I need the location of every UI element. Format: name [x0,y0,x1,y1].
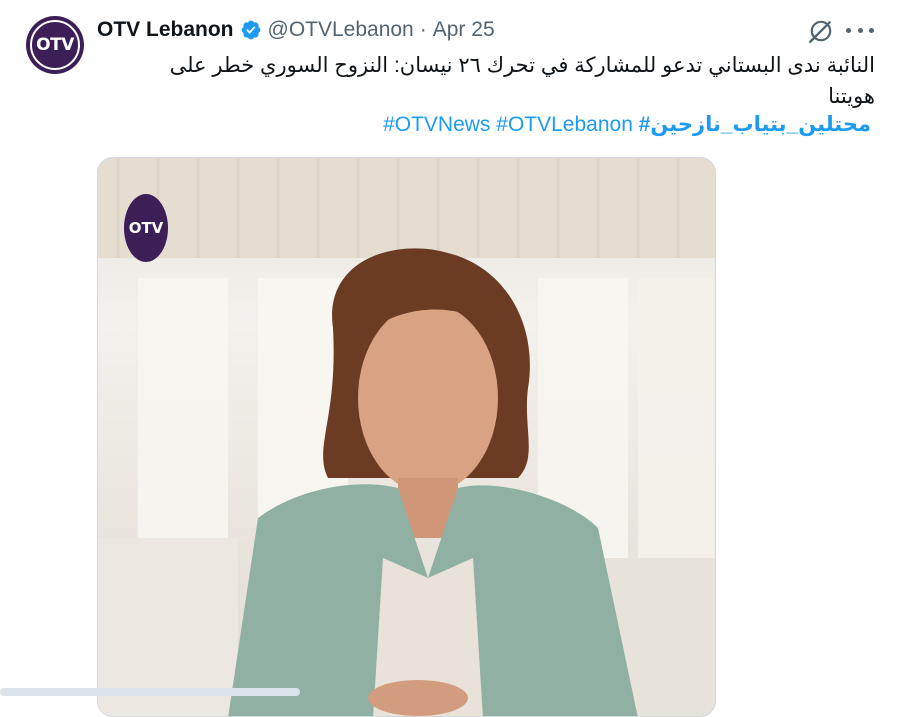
hashtag-otvnews[interactable]: #OTVNews [383,113,490,136]
video-frame [98,158,715,716]
account-name[interactable]: OTV Lebanon [97,18,234,42]
tweet-text: النائبة ندى البستاني تدعو للمشاركة في تح… [169,54,875,108]
tweet-date[interactable]: Apr 25 [433,18,495,42]
video-media[interactable]: OTV [97,157,716,717]
avatar[interactable]: OTV [26,16,84,74]
hashtag-arabic[interactable]: #محتلين_بتياب_نازحين [639,113,871,136]
grok-icon[interactable] [808,18,834,44]
tweet: OTV OTV Lebanon @OTVLebanon · Apr 25 الن… [0,0,903,717]
verified-badge-icon [241,20,260,40]
more-options-icon[interactable] [846,20,874,40]
otv-logo: OTV [30,20,80,70]
hashtags: #OTVNews #OTVLebanon #محتلين_بتياب_نازحي… [383,109,871,140]
separator-dot: · [419,18,427,41]
video-watermark-logo: OTV [124,194,168,262]
scroll-indicator [0,688,300,696]
hashtag-otvlebanon[interactable]: #OTVLebanon [496,113,633,136]
tweet-header: OTV Lebanon @OTVLebanon · Apr 25 [97,14,495,46]
account-handle[interactable]: @OTVLebanon [268,18,414,42]
